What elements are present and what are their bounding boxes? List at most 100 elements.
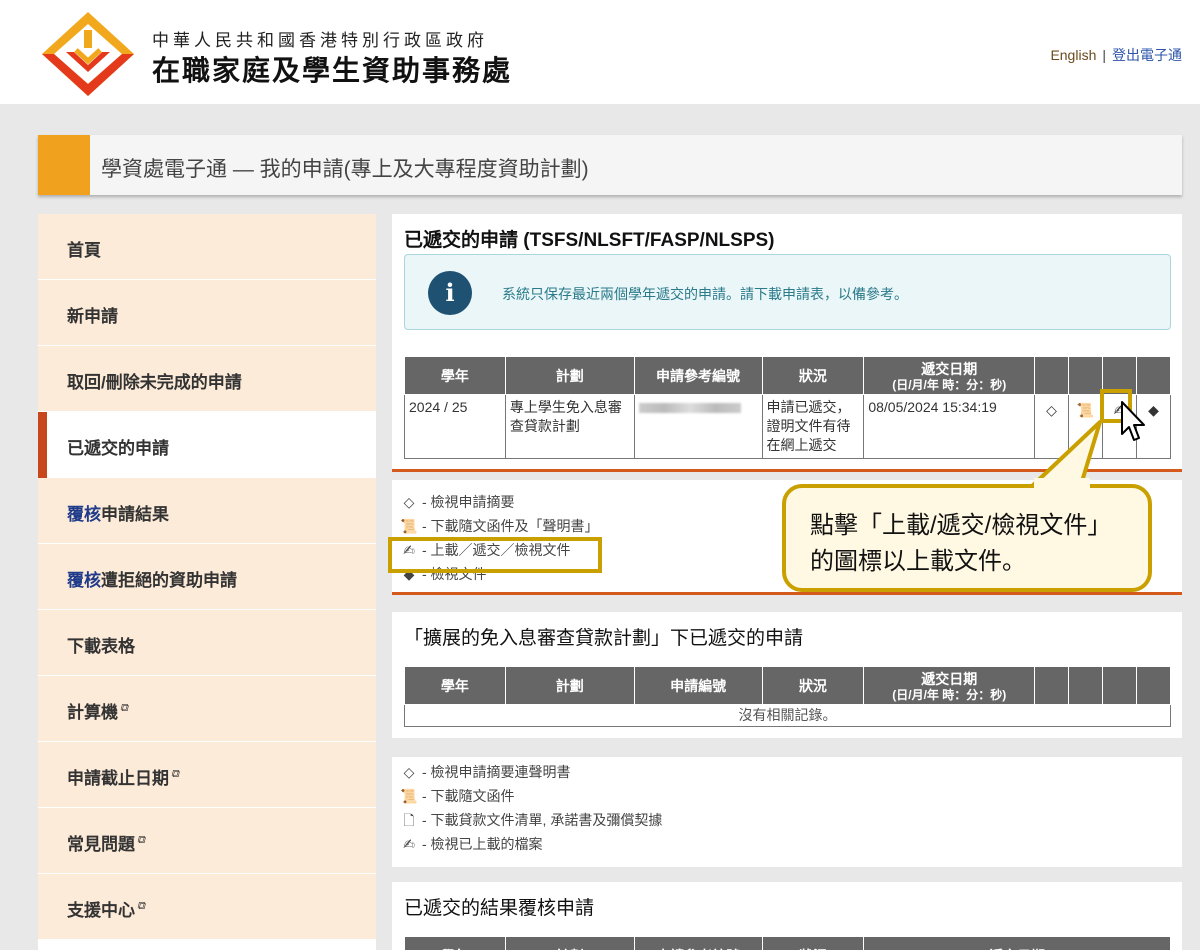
cell-reference-redacted (633, 394, 763, 459)
col-header: 計劃 (504, 356, 635, 395)
sidebar-item-label: 首頁 (67, 241, 101, 260)
external-link-icon: ⧉ (137, 900, 145, 913)
col-header-sub: (日/月/年 時：分：秒) (892, 688, 1007, 702)
cell-scheme: 專上學生免入息審查貸款計劃 (504, 394, 635, 459)
redacted-value (638, 403, 741, 413)
col-header-sub: (日/月/年 時：分：秒) (892, 378, 1007, 392)
sidebar-item-download-forms[interactable]: 下載表格 (38, 610, 376, 676)
col-header: 計劃 (504, 666, 635, 705)
sidebar-item-submitted[interactable]: 已遞交的申請 (38, 412, 376, 478)
sidebar-item-new-application[interactable]: 新申請 (38, 280, 376, 346)
callout-line1: 點擊「上載/遞交/檢視文件」 (810, 512, 1112, 539)
sidebar-item-label-text: 申請截止日期 (67, 769, 169, 788)
sidebar-item-label: 申請截止日期 ⧉ (67, 764, 179, 789)
sidebar-item-support[interactable]: 支援中心 ⧉ (38, 874, 376, 940)
sidebar-item-home[interactable]: 首頁 (38, 214, 376, 280)
section-divider (392, 592, 1182, 595)
col-header-icon (1135, 356, 1172, 395)
icon-legend: ◇ - 檢視申請摘要連聲明書 📜 - 下載隨文函件 🗋 - 下載貸款文件清單, 承諾書… (400, 761, 662, 857)
col-header: 計劃 (504, 936, 635, 950)
sidebar-item-label-rest: 遭拒絕的資助申請 (101, 571, 237, 590)
col-header: 申請參考編號 (633, 936, 763, 950)
page-title: 學資處電子通 — 我的申請(專上及大專程度資助計劃) (101, 158, 589, 181)
sidebar-item-label: 計算機 ⧉ (67, 698, 128, 723)
extended-applications-table: 學年 計劃 申請編號 狀況 遞交日期 (日/月/年 時：分：秒) 沒有相關記錄。 (404, 666, 1172, 727)
sidebar-item-label: 支援中心 ⧉ (67, 896, 145, 921)
top-links: English | 登出電子通 (1050, 45, 1182, 65)
review-applications-panel: 已遞交的結果覆核申請 學年 計劃 申請參考編號 狀況 遞交日期 (392, 882, 1182, 950)
sidebar-item-calculator[interactable]: 計算機 ⧉ (38, 676, 376, 742)
sidebar-item-label-prefix: 覆核 (67, 571, 101, 590)
table-row-empty: 沒有相關記錄。 (404, 704, 1171, 727)
logout-link[interactable]: 登出電子通 (1112, 47, 1182, 63)
legend-label: - 下載貸款文件清單, 承諾書及彌償契據 (422, 812, 663, 828)
col-header-icon (1102, 666, 1137, 705)
sidebar-item-label: 已遞交的申請 (67, 439, 169, 458)
sidebar-item-deadline[interactable]: 申請截止日期 ⧉ (38, 742, 376, 808)
sidebar-item-label: 覆核申請結果 (67, 500, 169, 525)
table-header-row: 學年 計劃 申請參考編號 狀況 遞交日期 (404, 936, 1171, 950)
document-icon: 🗋 (403, 812, 415, 828)
sidebar-item-retrieve-delete[interactable]: 取回/刪除未完成的申請 (38, 346, 376, 412)
view-summary-icon: ◇ (403, 494, 415, 510)
info-box: i 系統只保存最近兩個學年遞交的申請。請下載申請表，以備參考。 (404, 254, 1171, 330)
col-header: 學年 (404, 356, 506, 395)
legend-label: - 檢視申請摘要連聲明書 (422, 764, 571, 780)
sidebar-item-review-rejected[interactable]: 覆核遭拒絕的資助申請 (38, 544, 376, 610)
section-title: 「擴展的免入息審查貸款計劃」下已遞交的申請 (404, 628, 804, 649)
legend-item: ✍ - 檢視已上載的檔案 (400, 833, 662, 857)
download-docs-icon: 📜 (400, 788, 418, 804)
col-header: 遞交日期 (日/月/年 時：分：秒) (863, 356, 1036, 395)
sidebar-item-faq[interactable]: 常見問題 ⧉ (38, 808, 376, 874)
page-title-bar: 學資處電子通 — 我的申請(專上及大專程度資助計劃) (38, 135, 1182, 195)
extended-loan-panel: 「擴展的免入息審查貸款計劃」下已遞交的申請 學年 計劃 申請編號 狀況 遞交日期… (392, 612, 1182, 738)
col-header-main: 遞交日期 (921, 671, 978, 687)
callout-tail-cover (1034, 478, 1090, 490)
wfsfaa-logo (42, 12, 134, 96)
cell-year: 2024 / 25 (404, 394, 506, 459)
col-header-icon (1034, 666, 1070, 705)
table-header-row: 學年 計劃 申請編號 狀況 遞交日期 (日/月/年 時：分：秒) (404, 666, 1172, 705)
legend-label: - 下載隨文函件 (422, 788, 515, 804)
sidebar-nav: 首頁 新申請 取回/刪除未完成的申請 已遞交的申請 覆核申請結果 覆核遭拒絕的資… (38, 214, 376, 950)
sidebar-item-label: 覆核遭拒絕的資助申請 (67, 566, 237, 591)
col-header: 學年 (404, 936, 506, 950)
info-icon: i (428, 271, 472, 315)
external-link-icon: ⧉ (137, 834, 145, 847)
col-header: 狀況 (761, 936, 865, 950)
legend-item: ◇ - 檢視申請摘要連聲明書 (400, 761, 662, 785)
sidebar-item-label: 下載表格 (67, 637, 135, 656)
sidebar-item-label: 常見問題 ⧉ (67, 830, 145, 855)
col-header-icon (1068, 666, 1104, 705)
table-header-row: 學年 計劃 申請參考編號 狀況 遞交日期 (日/月/年 時：分：秒) (404, 356, 1172, 395)
callout-text: 點擊「上載/遞交/檢視文件」 的圖標以上載文件。 (810, 508, 1111, 580)
col-header: 遞交日期 (日/月/年 時：分：秒) (863, 666, 1036, 705)
sidebar-item-review-result[interactable]: 覆核申請結果 (38, 478, 376, 544)
external-link-icon: ⧉ (171, 768, 179, 781)
section-title: 已遞交的結果覆核申請 (404, 898, 595, 919)
col-header: 申請編號 (633, 666, 763, 705)
col-header-main: 遞交日期 (921, 361, 978, 377)
col-header-icon (1135, 666, 1172, 705)
legend-panel-2: ◇ - 檢視申請摘要連聲明書 📜 - 下載隨文函件 🗋 - 下載貸款文件清單, 承諾書… (392, 757, 1182, 867)
review-applications-table: 學年 計劃 申請參考編號 狀況 遞交日期 (404, 936, 1171, 950)
sidebar-item-label: 新申請 (67, 307, 118, 326)
sidebar-item-label: 取回/刪除未完成的申請 (67, 373, 242, 392)
download-docs-icon: 📜 (400, 518, 418, 534)
external-link-icon: ⧉ (120, 702, 128, 715)
org-name-line1: 中華人民共和國香港特別行政區政府 (152, 31, 488, 50)
col-header: 遞交日期 (863, 936, 1171, 950)
view-summary-icon: ◇ (403, 764, 415, 780)
sidebar-item-label-text: 計算機 (67, 703, 118, 722)
col-header: 申請參考編號 (633, 356, 763, 395)
title-accent (38, 135, 90, 195)
link-separator: | (1102, 47, 1106, 63)
col-header: 狀況 (761, 666, 865, 705)
english-link[interactable]: English (1050, 47, 1096, 63)
instruction-callout: 點擊「上載/遞交/檢視文件」 的圖標以上載文件。 (782, 484, 1152, 592)
col-header: 狀況 (761, 356, 865, 395)
cell-status: 申請已遞交，證明文件有待在網上遞交 (761, 394, 865, 459)
col-header-icon (1034, 356, 1070, 395)
legend-item: 📜 - 下載隨文函件 (400, 785, 662, 809)
upload-icon: ✍ (403, 836, 415, 852)
